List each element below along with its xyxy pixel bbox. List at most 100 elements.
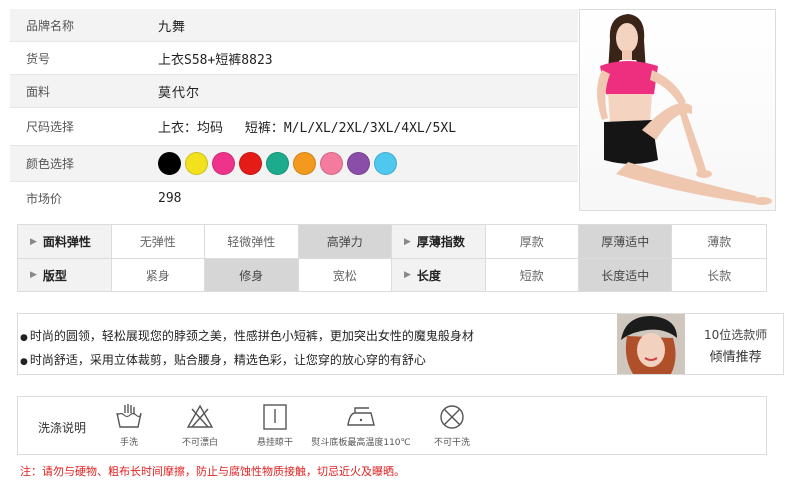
color-swatch[interactable] — [212, 152, 235, 175]
description-panel: ● 时尚的圆领，轻松展现您的脖颈之美，性感拼色小短裤，更加突出女性的魔鬼般身材 ●… — [17, 313, 784, 375]
price-row: 市场价 298 — [10, 182, 578, 215]
color-swatch[interactable] — [185, 152, 208, 175]
attribute-heading: ▶ 厚薄指数 — [391, 225, 486, 258]
iron-icon — [347, 407, 375, 426]
attribute-text: 面料弹性 — [42, 235, 91, 249]
attribute-row-2: ▶ 版型 紧身 修身 宽松 ▶ 长度 短款 长度适中 长款 — [18, 258, 766, 291]
no-dry-clean-icon — [440, 405, 464, 429]
fabric-row: 面料 莫代尔 — [10, 75, 578, 108]
price-label: 市场价 — [26, 192, 63, 206]
size-top: 上衣：均码 — [158, 121, 224, 136]
attribute-text: 长度适中 — [601, 268, 650, 283]
color-swatch[interactable] — [293, 152, 316, 175]
attribute-option: 无弹性 — [112, 225, 206, 258]
care-panel: 洗涤说明 手洗 不可漂白 悬挂晾干 熨斗底板最高温度110℃ 不可干洗 — [17, 396, 767, 455]
triangle-icon: ▶ — [30, 270, 37, 280]
brand-value: 九舞 — [158, 19, 187, 35]
color-label: 颜色选择 — [26, 157, 75, 171]
stylist-photo — [617, 314, 685, 374]
care-label-hand-wash: 手洗 — [119, 438, 138, 448]
description-text-2: 时尚舒适，采用立体裁剪，贴合腰身，精选色彩，让您穿的放心穿的有舒心 — [29, 353, 426, 367]
attribute-option: 紧身 — [112, 259, 206, 291]
stylist-illustration — [617, 314, 685, 374]
care-title: 洗涤说明 — [38, 421, 87, 435]
hand-wash-icon — [116, 404, 142, 428]
attribute-text: 无弹性 — [139, 235, 176, 249]
fabric-value: 莫代尔 — [158, 85, 201, 101]
attribute-text: 长度 — [416, 268, 441, 283]
care-item-iron: 熨斗底板最高温度110℃ — [311, 403, 411, 448]
attribute-heading: ▶ 面料弹性 — [18, 225, 112, 258]
size-values: 上衣：均码 短裤：M/L/XL/2XL/3XL/4XL/5XL — [158, 117, 470, 136]
triangle-icon: ▶ — [403, 236, 411, 247]
bullet-icon: ● — [20, 333, 28, 343]
care-item-no-dry-clean: 不可干洗 — [430, 403, 474, 448]
attribute-option: 宽松 — [299, 259, 392, 291]
attribute-text: 长款 — [707, 268, 732, 283]
attribute-grid: ▶ 面料弹性 无弹性 轻微弹性 高弹力 ▶ 厚薄指数 厚款 厚薄适中 薄款 ▶ 版型 紧身 修身 宽松 ▶ 长… — [17, 224, 767, 292]
attribute-option: 薄款 — [672, 225, 765, 258]
brand-label: 品牌名称 — [26, 18, 75, 33]
attribute-text: 宽松 — [332, 268, 357, 283]
care-label-iron: 熨斗底板最高温度110℃ — [311, 438, 411, 448]
model-photo — [579, 9, 776, 211]
size-label: 尺码选择 — [26, 120, 75, 134]
attribute-option: 短款 — [486, 259, 579, 291]
color-swatch[interactable] — [374, 152, 397, 175]
attribute-text: 轻微弹性 — [227, 235, 276, 249]
description-line-1: ● 时尚的圆领，轻松展现您的脖颈之美，性感拼色小短裤，更加突出女性的魔鬼般身材 — [20, 327, 474, 344]
attribute-heading: ▶ 版型 — [18, 259, 112, 291]
color-swatch[interactable] — [158, 152, 181, 175]
care-warning: 注：请勿与硬物、粗布长时间摩擦，防止与腐蚀性物质接触，切忌近火及曝晒。 — [20, 465, 405, 478]
care-label-no-dry-clean: 不可干洗 — [433, 438, 470, 448]
attribute-row-1: ▶ 面料弹性 无弹性 轻微弹性 高弹力 ▶ 厚薄指数 厚款 厚薄适中 薄款 — [18, 225, 766, 258]
attribute-option-selected: 厚薄适中 — [579, 225, 673, 258]
size-row: 尺码选择 上衣：均码 短裤：M/L/XL/2XL/3XL/4XL/5XL — [10, 108, 578, 146]
triangle-icon: ▶ — [403, 270, 411, 280]
attribute-text: 厚薄适中 — [601, 235, 650, 249]
attribute-heading: ▶ 长度 — [391, 259, 486, 291]
attribute-text: 厚薄指数 — [416, 235, 465, 249]
attribute-option-selected: 修身 — [205, 259, 299, 291]
color-swatch[interactable] — [320, 152, 343, 175]
care-item-hang-dry: 悬挂晾干 — [253, 403, 297, 448]
product-info-table: 品牌名称 九舞 货号 上衣S58+短裤8823 面料 莫代尔 尺码选择 上衣：均… — [10, 9, 578, 215]
no-bleach-icon — [186, 404, 214, 428]
attribute-option: 长款 — [672, 259, 765, 291]
description-line-2: ● 时尚舒适，采用立体裁剪，贴合腰身，精选色彩，让您穿的放心穿的有舒心 — [20, 351, 426, 368]
item-no-value: 上衣S58+短裤8823 — [158, 52, 273, 68]
color-swatches — [158, 152, 397, 175]
stylist-recommend: 10位选款师 倾情推荐 — [704, 326, 767, 365]
attribute-option: 轻微弹性 — [205, 225, 299, 258]
attribute-option-selected: 长度适中 — [579, 259, 673, 291]
item-no-row: 货号 上衣S58+短裤8823 — [10, 42, 578, 75]
price-value: 298 — [158, 191, 182, 206]
care-item-no-bleach: 不可漂白 — [178, 403, 222, 448]
attribute-text: 紧身 — [145, 268, 170, 283]
recommend-bottom: 倾情推荐 — [709, 350, 762, 365]
description-text-1: 时尚的圆领，轻松展现您的脖颈之美，性感拼色小短裤，更加突出女性的魔鬼般身材 — [29, 329, 474, 343]
recommend-top: 10位选款师 — [704, 328, 768, 342]
attribute-option-selected: 高弹力 — [298, 225, 392, 258]
color-swatch[interactable] — [239, 152, 262, 175]
care-item-hand-wash: 手洗 — [113, 403, 145, 448]
bullet-icon: ● — [20, 357, 28, 367]
attribute-text: 薄款 — [707, 235, 732, 249]
attribute-option: 厚款 — [486, 225, 579, 258]
attribute-text: 版型 — [42, 268, 67, 283]
item-no-label: 货号 — [26, 51, 51, 66]
care-label-no-bleach: 不可漂白 — [181, 438, 218, 448]
model-illustration — [597, 14, 772, 205]
attribute-text: 修身 — [239, 268, 264, 283]
color-swatch[interactable] — [266, 152, 289, 175]
attribute-text: 厚款 — [519, 235, 544, 249]
size-shorts: 短裤：M/L/XL/2XL/3XL/4XL/5XL — [244, 121, 457, 136]
hang-dry-icon — [263, 404, 287, 430]
care-label-hang-dry: 悬挂晾干 — [256, 438, 293, 448]
brand-row: 品牌名称 九舞 — [10, 9, 578, 42]
attribute-text: 短款 — [519, 268, 544, 283]
color-row: 颜色选择 — [10, 146, 578, 182]
color-swatch[interactable] — [347, 152, 370, 175]
fabric-label: 面料 — [26, 84, 51, 99]
attribute-text: 高弹力 — [326, 235, 363, 249]
